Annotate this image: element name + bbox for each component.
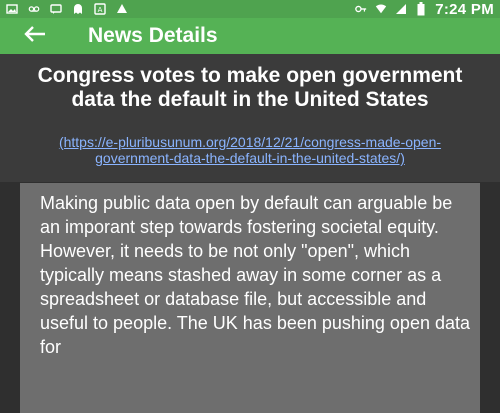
article-header: Congress votes to make open government d… bbox=[0, 54, 500, 182]
app-bar: News Details bbox=[0, 18, 500, 54]
arrow-left-icon bbox=[24, 25, 46, 48]
system-icons: 7:24 PM bbox=[355, 0, 494, 18]
svg-text:A: A bbox=[98, 6, 103, 14]
page-title: News Details bbox=[88, 24, 218, 47]
ghost-icon bbox=[72, 3, 84, 15]
status-bar: A 7:24 PM bbox=[0, 0, 500, 18]
back-button[interactable] bbox=[14, 18, 56, 54]
upload-icon bbox=[116, 3, 128, 15]
signal-icon bbox=[395, 3, 407, 15]
article-content-card: Making public data open by default can a… bbox=[20, 183, 480, 413]
battery-icon bbox=[415, 2, 427, 16]
translate-icon: A bbox=[94, 3, 106, 15]
article-source-link[interactable]: (https://e-pluribusunum.org/2018/12/21/c… bbox=[20, 134, 480, 166]
image-icon bbox=[6, 3, 18, 15]
status-time: 7:24 PM bbox=[435, 0, 494, 18]
message-icon bbox=[50, 3, 62, 15]
article-body: Making public data open by default can a… bbox=[40, 193, 470, 357]
notification-icons: A bbox=[6, 0, 128, 18]
wifi-icon bbox=[375, 3, 387, 15]
key-icon bbox=[355, 3, 367, 15]
voicemail-icon bbox=[28, 3, 40, 15]
article-title: Congress votes to make open government d… bbox=[37, 64, 463, 111]
